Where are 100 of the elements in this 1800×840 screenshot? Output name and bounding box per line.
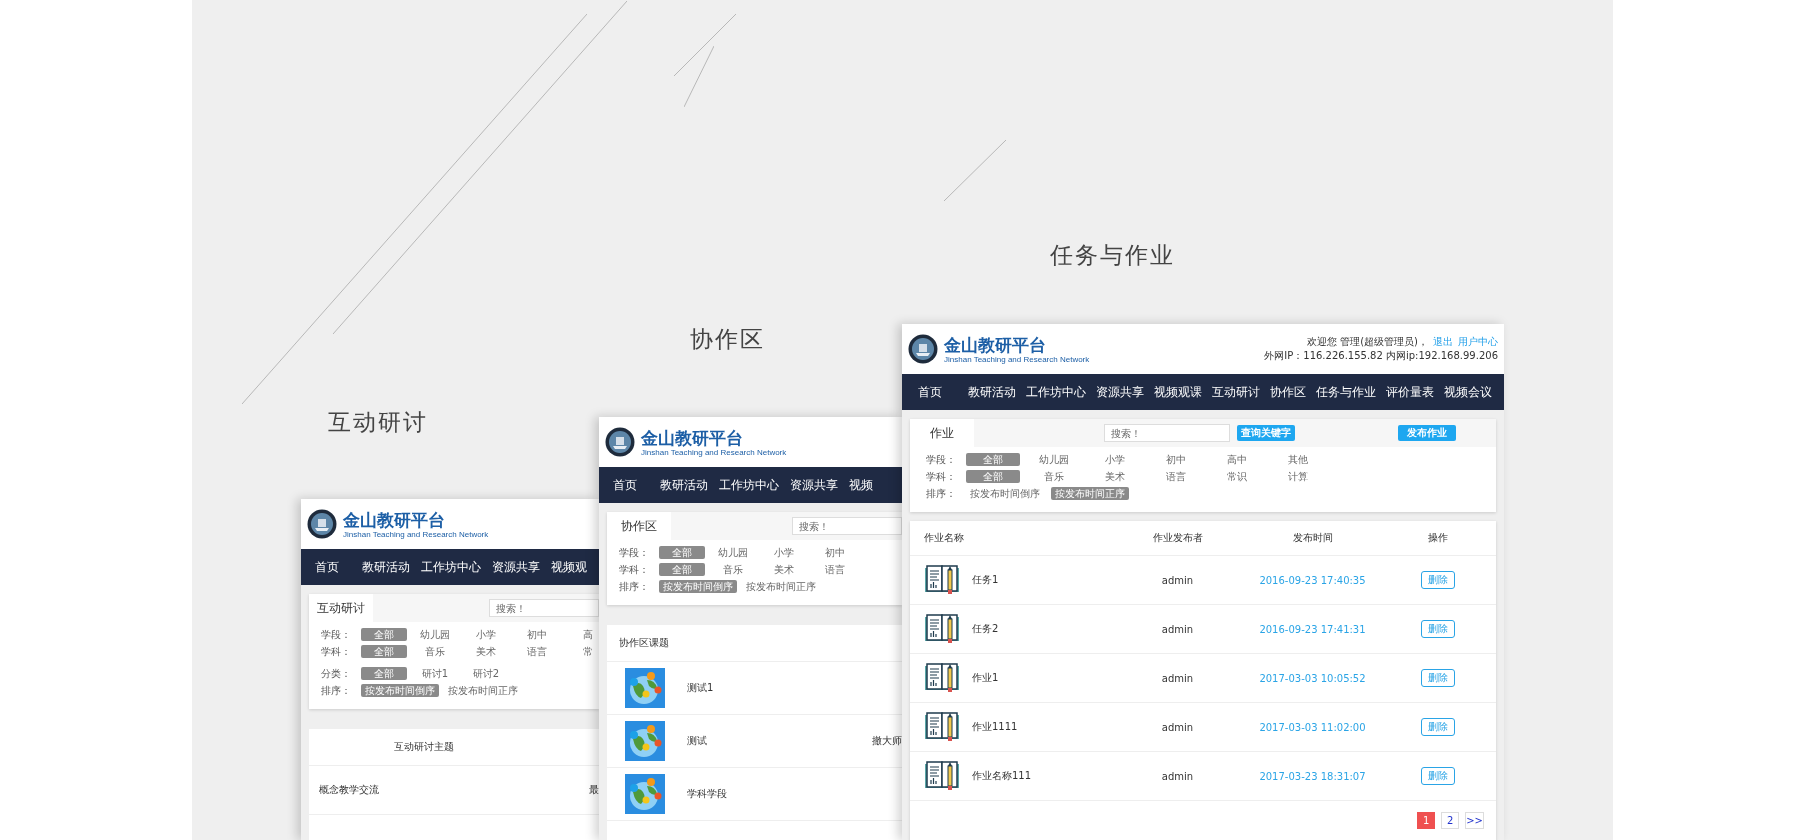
filter-option[interactable]: 音乐 bbox=[412, 645, 458, 658]
filter-option[interactable]: 初中 bbox=[514, 628, 560, 641]
nav-item[interactable]: 教研活动 bbox=[660, 477, 708, 493]
filter-option[interactable]: 按发布时间倒序 bbox=[361, 684, 439, 697]
time-cell-text: 2017-03-03 10:05:52 bbox=[1258, 672, 1367, 684]
column-header: 作业名称 bbox=[923, 531, 965, 545]
nav-item[interactable]: 资源共享 bbox=[1096, 383, 1144, 401]
filter-option[interactable]: 全部 bbox=[966, 453, 1020, 466]
filter-option[interactable]: 研讨2 bbox=[463, 667, 509, 680]
nav-item[interactable]: 工作坊中心 bbox=[719, 477, 779, 493]
filter-option[interactable]: 幼儿园 bbox=[412, 628, 458, 641]
platform-subtitle: Jinshan Teaching and Research Network bbox=[343, 529, 489, 539]
book-pencil-icon bbox=[924, 760, 960, 792]
filter-option[interactable]: 小学 bbox=[463, 628, 509, 641]
nav-item[interactable]: 协作区 bbox=[1270, 383, 1306, 401]
publisher-cell-text: admin bbox=[1160, 672, 1195, 684]
page-button[interactable]: >> bbox=[1465, 812, 1484, 829]
filter-option[interactable]: 语言 bbox=[1149, 470, 1203, 483]
nav-item[interactable]: 首页 bbox=[918, 383, 942, 401]
nav-item[interactable]: 教研活动 bbox=[968, 383, 1016, 401]
welcome-text: 欢迎您 管理(超级管理员)， bbox=[1307, 336, 1428, 347]
nav-item[interactable]: 首页 bbox=[315, 559, 339, 575]
nav-item[interactable]: 工作坊中心 bbox=[1026, 383, 1086, 401]
emblem-icon bbox=[307, 509, 337, 539]
filter-option[interactable]: 计算 bbox=[1271, 470, 1325, 483]
section-caption: 任务与作业 bbox=[1049, 241, 1176, 269]
topic-title[interactable]: 概念教学交流 bbox=[319, 783, 379, 797]
filter-option[interactable]: 幼儿园 bbox=[1027, 453, 1081, 466]
section-tab[interactable]: 协作区 bbox=[607, 512, 671, 540]
diagonal-line bbox=[944, 140, 1006, 201]
filter-option[interactable]: 全部 bbox=[361, 628, 407, 641]
filter-option[interactable]: 美术 bbox=[1088, 470, 1142, 483]
filter-option[interactable]: 小学 bbox=[1088, 453, 1142, 466]
nav-item[interactable]: 任务与作业 bbox=[1316, 383, 1376, 401]
nav-item[interactable]: 视频会议 bbox=[1444, 383, 1492, 401]
filter-option[interactable]: 语言 bbox=[812, 563, 858, 576]
nav-item[interactable]: 资源共享 bbox=[790, 477, 838, 493]
assignment-name[interactable]: 任务1 bbox=[972, 573, 999, 587]
filter-option[interactable]: 高 bbox=[565, 628, 599, 641]
emblem-icon bbox=[908, 334, 938, 364]
filter-option[interactable]: 全部 bbox=[659, 563, 705, 576]
filter-option[interactable]: 其他 bbox=[1271, 453, 1325, 466]
filter-label: 排序： bbox=[321, 683, 352, 698]
filter-option[interactable]: 音乐 bbox=[710, 563, 756, 576]
filter-option[interactable]: 幼儿园 bbox=[710, 546, 756, 559]
filter-option[interactable]: 按发布时间倒序 bbox=[966, 487, 1044, 500]
column-header: 发布时间 bbox=[1291, 531, 1334, 545]
filter-option[interactable]: 小学 bbox=[761, 546, 807, 559]
nav-item[interactable]: 视频观 bbox=[551, 559, 587, 575]
filter-option[interactable]: 研讨1 bbox=[412, 667, 458, 680]
nav-item[interactable]: 视频 bbox=[849, 477, 873, 493]
page-button[interactable]: 2 bbox=[1441, 812, 1460, 829]
nav-item[interactable]: 评价量表 bbox=[1386, 383, 1434, 401]
topic-title[interactable]: 测试1 bbox=[687, 681, 714, 695]
filter-option[interactable]: 全部 bbox=[361, 667, 407, 680]
assignment-name[interactable]: 作业名称111 bbox=[972, 769, 1032, 783]
nav-item[interactable]: 资源共享 bbox=[492, 559, 540, 575]
section-tab[interactable]: 作业 bbox=[910, 419, 974, 447]
filter-option[interactable]: 美术 bbox=[463, 645, 509, 658]
filter-option[interactable]: 按发布时间正序 bbox=[444, 684, 522, 697]
filter-option[interactable]: 全部 bbox=[659, 546, 705, 559]
section-caption: 协作区 bbox=[689, 325, 766, 353]
filter-option[interactable]: 全部 bbox=[966, 470, 1020, 483]
search-field[interactable]: 搜索！ bbox=[792, 517, 902, 535]
publisher-cell-text: admin bbox=[1160, 721, 1195, 733]
filter-option[interactable]: 美术 bbox=[761, 563, 807, 576]
filter-option[interactable]: 初中 bbox=[812, 546, 858, 559]
book-pencil-icon bbox=[924, 711, 960, 743]
search-field[interactable]: 搜索！ bbox=[489, 599, 599, 617]
nav-item[interactable]: 首页 bbox=[613, 477, 637, 493]
column-header: 作业发布者 bbox=[1151, 531, 1204, 545]
assignment-name[interactable]: 作业1111 bbox=[972, 720, 1018, 734]
globe-pins-icon bbox=[625, 721, 665, 761]
section-tab[interactable]: 互动研讨 bbox=[309, 594, 373, 622]
publisher-cell-text: admin bbox=[1160, 574, 1195, 586]
column-header: 操作 bbox=[1427, 531, 1449, 545]
nav-item[interactable]: 视频观课 bbox=[1154, 383, 1202, 401]
filter-label: 学段： bbox=[321, 627, 352, 642]
filter-option[interactable]: 按发布时间正序 bbox=[1051, 487, 1129, 500]
topic-title[interactable]: 测试 bbox=[687, 734, 707, 748]
filter-option[interactable]: 全部 bbox=[361, 645, 407, 658]
filter-option[interactable]: 按发布时间倒序 bbox=[659, 580, 737, 593]
platform-title: 金山教研平台 bbox=[944, 334, 1047, 355]
assignment-name[interactable]: 作业1 bbox=[972, 671, 999, 685]
assignment-name[interactable]: 任务2 bbox=[972, 622, 999, 636]
filter-option[interactable]: 常识 bbox=[1210, 470, 1264, 483]
filter-option[interactable]: 高中 bbox=[1210, 453, 1264, 466]
filter-option[interactable]: 初中 bbox=[1149, 453, 1203, 466]
search-field[interactable]: 搜索！ bbox=[1104, 424, 1230, 442]
platform-subtitle: Jinshan Teaching and Research Network bbox=[944, 354, 1090, 364]
platform-title: 金山教研平台 bbox=[641, 427, 744, 448]
filter-option[interactable]: 语言 bbox=[514, 645, 560, 658]
filter-option[interactable]: 按发布时间正序 bbox=[742, 580, 820, 593]
nav-item[interactable]: 互动研讨 bbox=[1212, 383, 1260, 401]
page-button[interactable]: 1 bbox=[1417, 812, 1436, 829]
filter-option[interactable]: 音乐 bbox=[1027, 470, 1081, 483]
topic-title[interactable]: 学科学段 bbox=[687, 787, 727, 801]
nav-item[interactable]: 工作坊中心 bbox=[421, 559, 481, 575]
nav-item[interactable]: 教研活动 bbox=[362, 559, 410, 575]
filter-option[interactable]: 常 bbox=[565, 645, 599, 658]
